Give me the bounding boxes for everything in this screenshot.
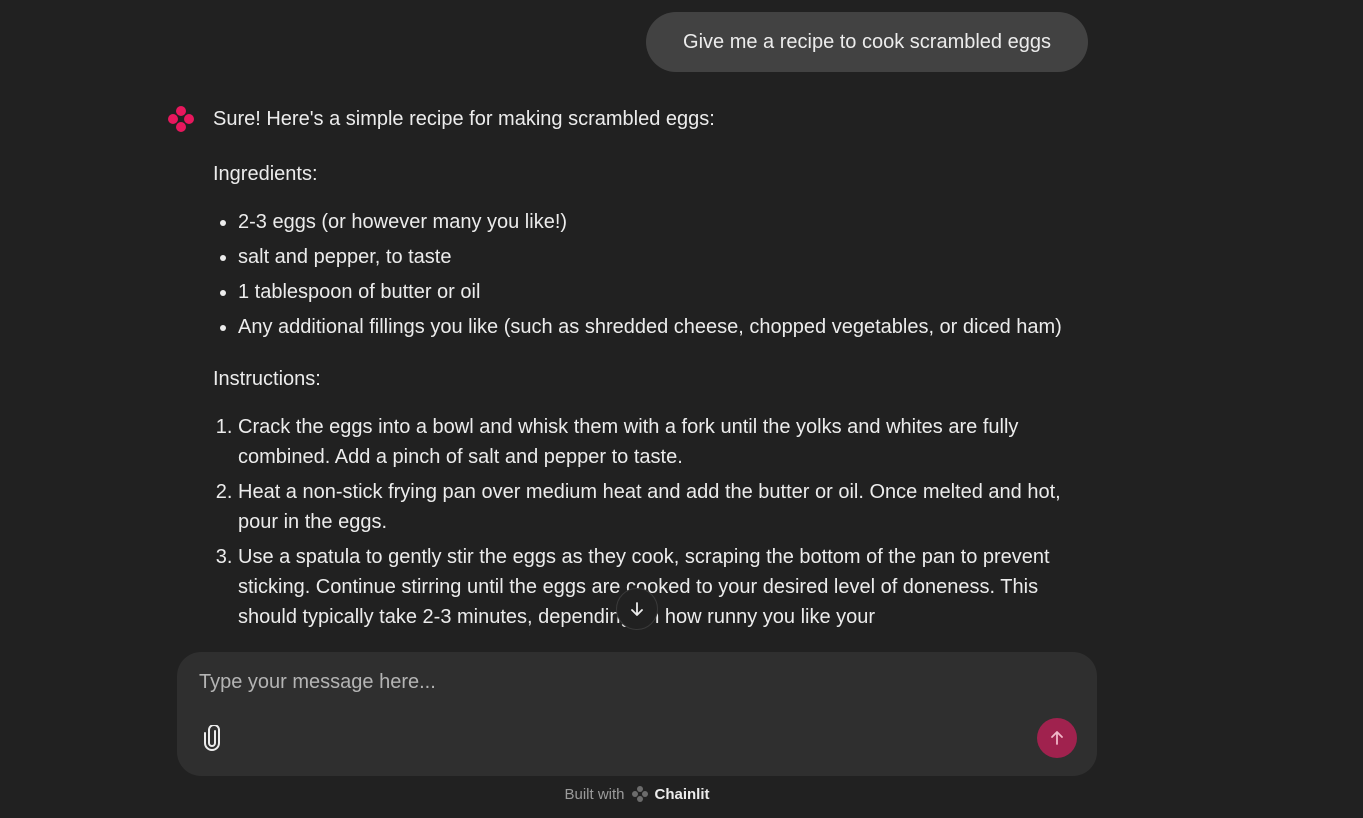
list-item: Any additional fillings you like (such a…: [238, 312, 1093, 342]
paperclip-icon: [204, 725, 220, 751]
assistant-message-content: Sure! Here's a simple recipe for making …: [213, 104, 1093, 650]
send-button[interactable]: [1037, 718, 1077, 758]
message-input[interactable]: [197, 666, 1001, 698]
assistant-message: Sure! Here's a simple recipe for making …: [0, 0, 1363, 650]
list-item: 2-3 eggs (or however many you like!): [238, 207, 1093, 237]
list-item: 1 tablespoon of butter or oil: [238, 277, 1093, 307]
chainlit-logo-icon: [168, 106, 194, 132]
built-with-label: Built with: [564, 785, 625, 803]
arrow-down-icon: [631, 602, 643, 616]
ingredients-list: 2-3 eggs (or however many you like!) sal…: [213, 207, 1093, 342]
chainlit-small-logo-icon: [631, 786, 648, 802]
instructions-heading: Instructions:: [213, 368, 321, 390]
ingredients-heading: Ingredients:: [213, 163, 318, 185]
attach-file-button[interactable]: [199, 724, 225, 752]
footer: Built with Chainlit: [0, 785, 1274, 803]
list-item: Use a spatula to gently stir the eggs as…: [238, 542, 1093, 632]
list-item: Crack the eggs into a bowl and whisk the…: [238, 412, 1093, 472]
assistant-intro: Sure! Here's a simple recipe for making …: [213, 108, 715, 130]
arrow-up-icon: [1051, 731, 1063, 745]
brand-link[interactable]: Chainlit: [655, 786, 710, 803]
list-item: Heat a non-stick frying pan over medium …: [238, 477, 1093, 537]
message-composer: [177, 652, 1097, 776]
chat-page: Give me a recipe to cook scrambled eggs …: [0, 0, 1363, 818]
scroll-to-bottom-button[interactable]: [616, 588, 658, 630]
list-item: salt and pepper, to taste: [238, 242, 1093, 272]
